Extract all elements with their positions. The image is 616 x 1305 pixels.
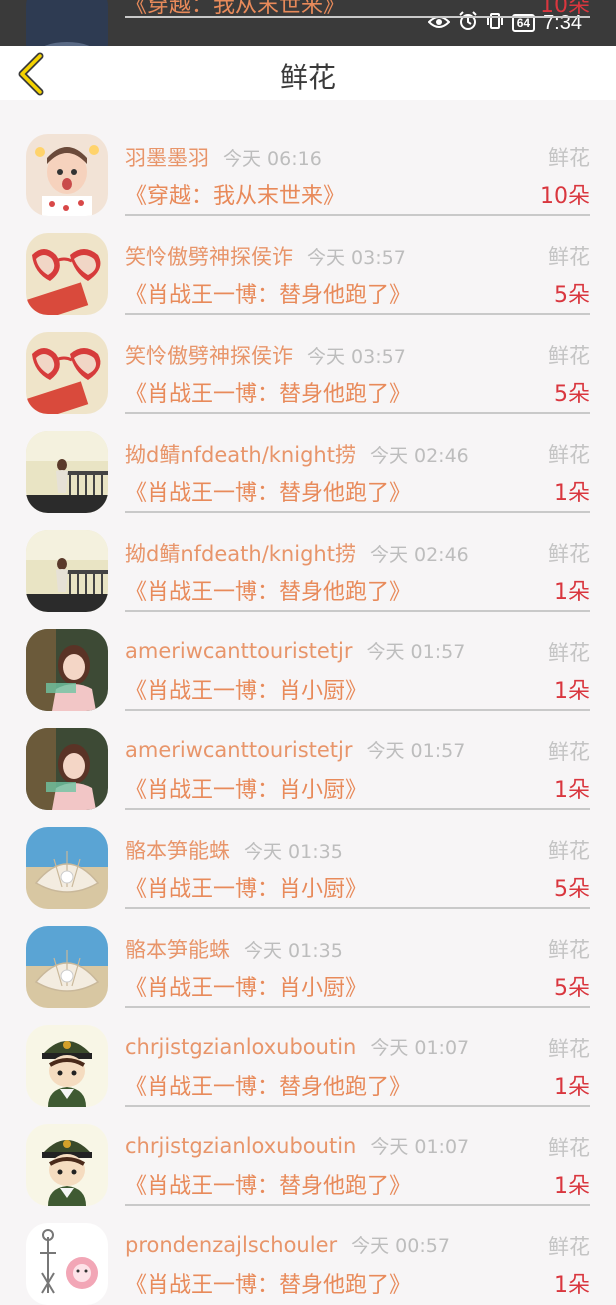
sender-name[interactable]: chrjistgzianloxuboutin	[125, 1134, 356, 1158]
flower-count: 1朵	[554, 1075, 590, 1100]
gift-time: 今天 03:57	[307, 346, 406, 368]
gift-time: 今天 02:46	[369, 544, 469, 566]
gift-time: 今天 00:57	[351, 1235, 450, 1257]
gift-type: 鲜花	[548, 641, 590, 665]
avatar	[26, 1223, 108, 1305]
gift-time: 今天 02:46	[369, 445, 469, 467]
gift-time: 今天 01:57	[366, 641, 466, 663]
gift-type: 鲜花	[548, 443, 590, 467]
book-title[interactable]: 《肖战王一博：替身他跑了》	[125, 382, 411, 407]
gift-type: 鲜花	[548, 839, 590, 863]
list-item[interactable]: ameriwcanttouristetjr 今天 01:57 鲜花 《肖战王一博：…	[0, 611, 616, 711]
avatar	[26, 1124, 108, 1206]
flower-count: 5朵	[554, 283, 590, 308]
flower-count: 1朵	[554, 679, 590, 704]
gift-type: 鲜花	[548, 1235, 590, 1259]
avatar	[26, 233, 108, 315]
book-title[interactable]: 《肖战王一博：替身他跑了》	[125, 283, 411, 308]
avatar	[26, 926, 108, 1008]
avatar	[26, 827, 108, 909]
flower-count: 10朵	[540, 184, 590, 209]
list-item[interactable]: 笑怜傲劈神探侯诈 今天 03:57 鲜花 《肖战王一博：替身他跑了》 5朵	[0, 215, 616, 315]
flower-count: 1朵	[554, 481, 590, 506]
gift-type: 鲜花	[548, 542, 590, 566]
flower-count: 1朵	[554, 1273, 590, 1298]
divider	[125, 16, 590, 18]
list-item[interactable]: 笑怜傲劈神探侯诈 今天 03:57 鲜花 《肖战王一博：替身他跑了》 5朵	[0, 314, 616, 414]
list-item[interactable]: chrjistgzianloxuboutin 今天 01:07 鲜花 《肖战王一博…	[0, 1106, 616, 1206]
book-title[interactable]: 《肖战王一博：肖小厨》	[125, 877, 367, 902]
avatar	[26, 530, 108, 612]
list-item[interactable]: ameriwcanttouristetjr 今天 01:57 鲜花 《肖战王一博：…	[0, 710, 616, 810]
flower-count: 5朵	[554, 877, 590, 902]
list-item[interactable]: chrjistgzianloxuboutin 今天 01:07 鲜花 《肖战王一博…	[0, 1007, 616, 1107]
sender-name[interactable]: chrjistgzianloxuboutin	[125, 1035, 356, 1059]
sender-name[interactable]: ameriwcanttouristetjr	[125, 639, 353, 663]
book-title[interactable]: 《肖战王一博：肖小厨》	[125, 778, 367, 803]
avatar	[26, 134, 108, 216]
book-title[interactable]: 《肖战王一博：肖小厨》	[125, 976, 367, 1001]
sender-name[interactable]: 骼本笋能蛛	[125, 938, 230, 962]
avatar	[26, 629, 108, 711]
gift-type: 鲜花	[548, 1136, 590, 1160]
gift-time: 今天 03:57	[307, 247, 406, 269]
gift-time: 今天 06:16	[223, 148, 322, 170]
list-item[interactable]: prondenzajlschouler 今天 00:57 鲜花 《肖战王一博：替身…	[0, 1205, 616, 1305]
avatar	[26, 431, 108, 513]
sender-name[interactable]: 笑怜傲劈神探侯诈	[125, 245, 293, 269]
gift-time: 今天 01:57	[366, 740, 466, 762]
gift-type: 鲜花	[548, 1037, 590, 1061]
sender-name[interactable]: prondenzajlschouler	[125, 1233, 337, 1257]
list-item[interactable]: 拗d鲭nfdeath/knight捞 今天 02:46 鲜花 《肖战王一博：替身他…	[0, 413, 616, 513]
book-title[interactable]: 《穿越：我从末世来》	[125, 184, 345, 209]
book-title[interactable]: 《肖战王一博：肖小厨》	[125, 679, 367, 704]
flower-count: 1朵	[554, 580, 590, 605]
list-item[interactable]: 羽墨墨羽 今天 06:16 鲜花 《穿越：我从末世来》 10朵	[0, 116, 616, 216]
book-title[interactable]: 《肖战王一博：替身他跑了》	[125, 1273, 411, 1298]
flower-count: 5朵	[554, 382, 590, 407]
sender-name[interactable]: 羽墨墨羽	[125, 146, 209, 170]
book-title[interactable]: 《肖战王一博：替身他跑了》	[125, 1075, 411, 1100]
gift-time: 今天 01:07	[370, 1037, 470, 1059]
nav-bar: 鲜花	[0, 46, 616, 100]
sender-name[interactable]: 拗d鲭nfdeath/knight捞	[125, 443, 356, 467]
gift-time: 今天 01:07	[370, 1136, 470, 1158]
avatar	[26, 728, 108, 810]
flower-count: 5朵	[554, 976, 590, 1001]
gift-type: 鲜花	[548, 146, 590, 170]
sender-name[interactable]: 拗d鲭nfdeath/knight捞	[125, 542, 356, 566]
list-item[interactable]: 拗d鲭nfdeath/knight捞 今天 02:46 鲜花 《肖战王一博：替身他…	[0, 512, 616, 612]
book-title[interactable]: 《肖战王一博：替身他跑了》	[125, 580, 411, 605]
list-item[interactable]: 骼本笋能蛛 今天 01:35 鲜花 《肖战王一博：肖小厨》 5朵	[0, 908, 616, 1008]
avatar	[26, 332, 108, 414]
page-title: 鲜花	[279, 61, 336, 94]
sender-name[interactable]: 骼本笋能蛛	[125, 839, 230, 863]
gift-time: 今天 01:35	[244, 841, 343, 863]
gift-type: 鲜花	[548, 938, 590, 962]
sender-name[interactable]: 笑怜傲劈神探侯诈	[125, 344, 293, 368]
list-item[interactable]: 骼本笋能蛛 今天 01:35 鲜花 《肖战王一博：肖小厨》 5朵	[0, 809, 616, 909]
book-title[interactable]: 《肖战王一博：替身他跑了》	[125, 1174, 411, 1199]
gift-type: 鲜花	[548, 740, 590, 764]
book-title[interactable]: 《肖战王一博：替身他跑了》	[125, 481, 411, 506]
avatar	[26, 1025, 108, 1107]
flower-count: 1朵	[554, 778, 590, 803]
gift-type: 鲜花	[548, 344, 590, 368]
sender-name[interactable]: ameriwcanttouristetjr	[125, 738, 353, 762]
gift-time: 今天 01:35	[244, 940, 343, 962]
flower-count: 1朵	[554, 1174, 590, 1199]
gift-type: 鲜花	[548, 245, 590, 269]
